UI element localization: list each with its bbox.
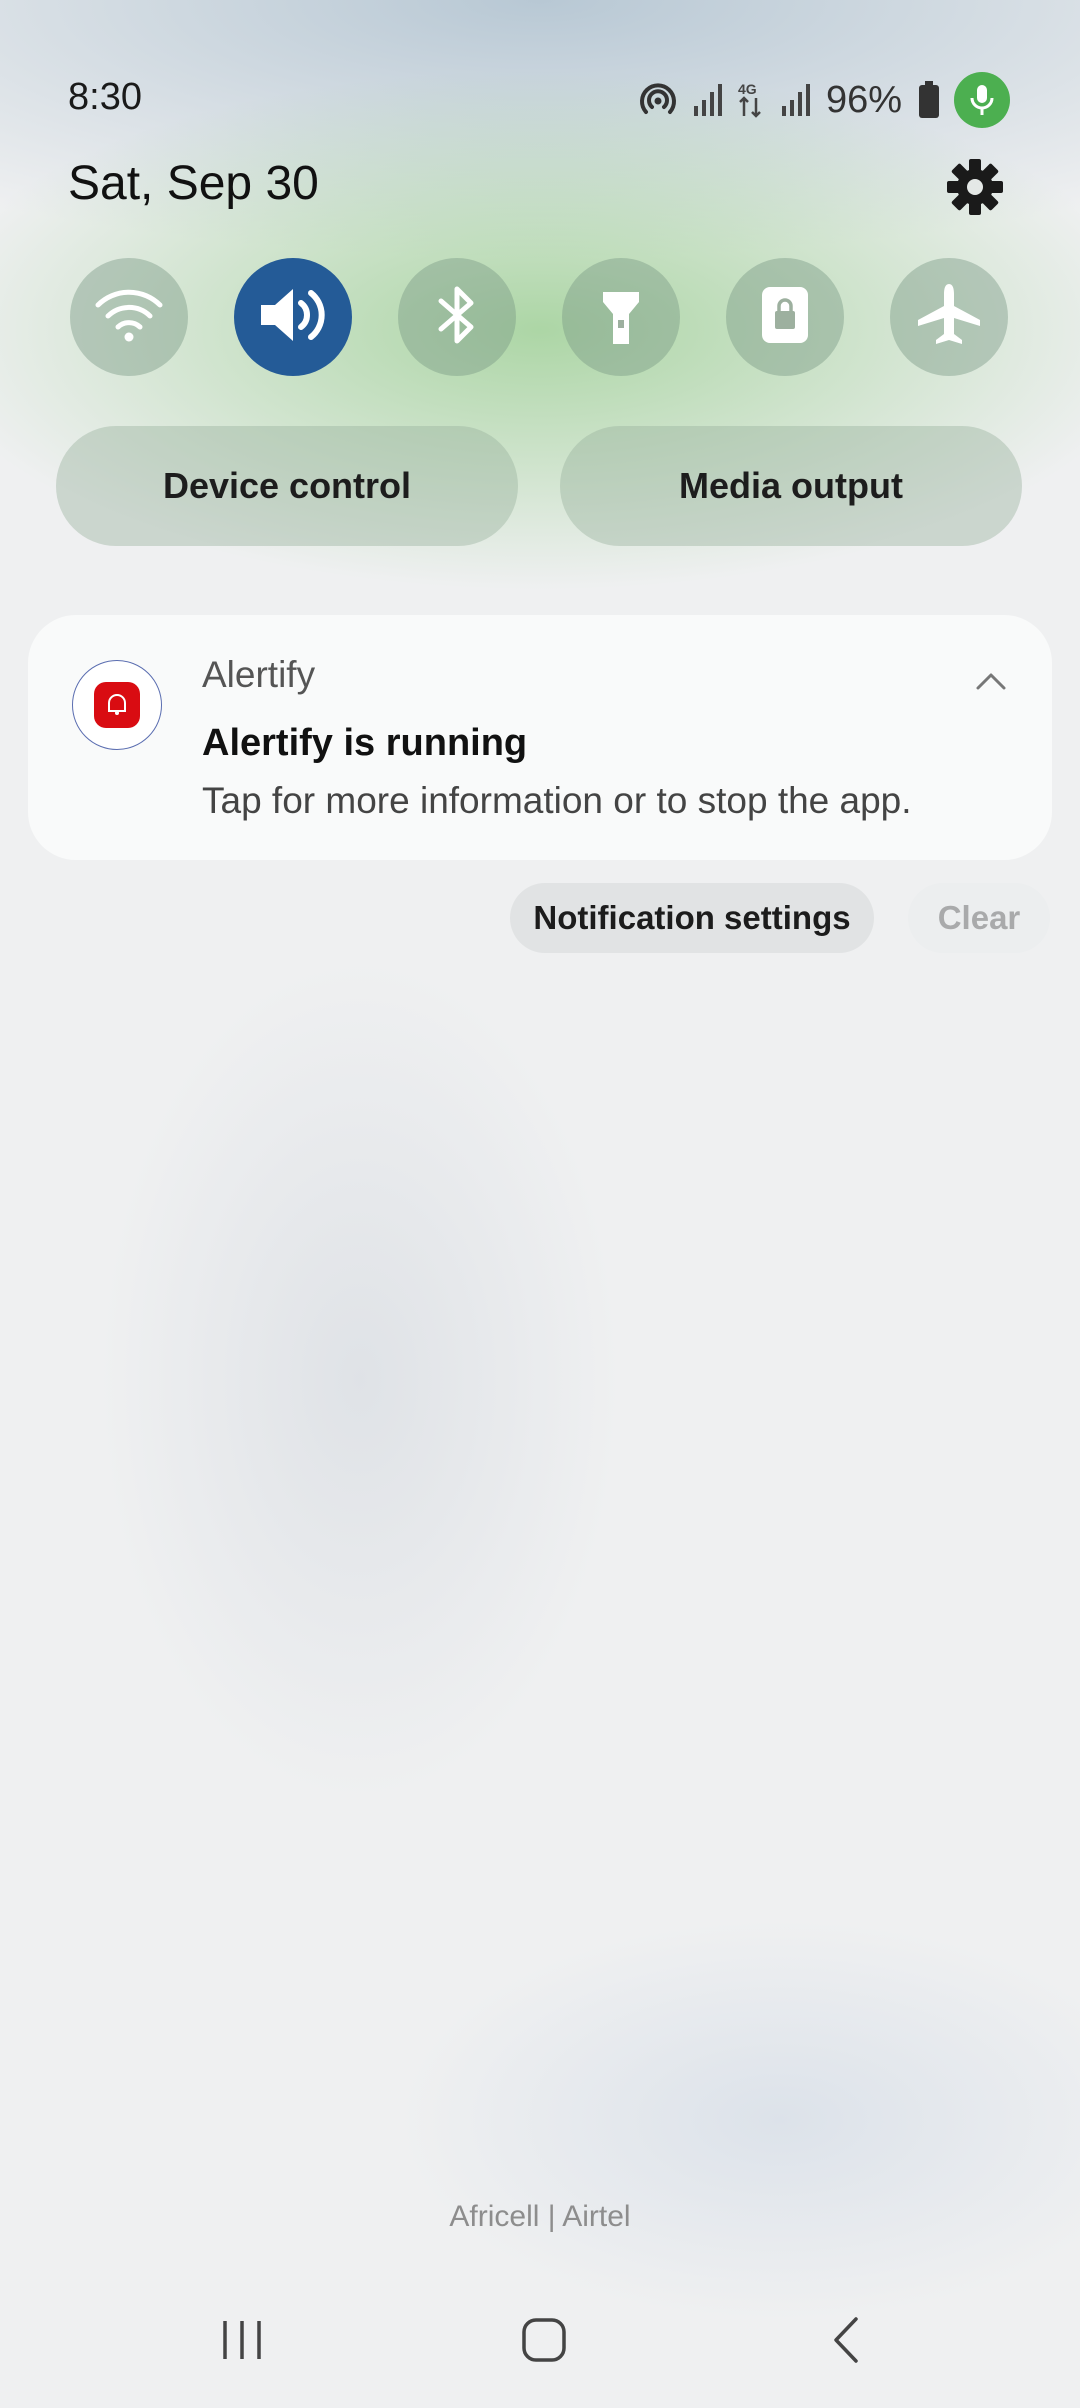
- recent-apps-icon[interactable]: [212, 2310, 272, 2370]
- battery-icon: [918, 81, 940, 119]
- date-label: Sat, Sep 30: [68, 157, 319, 210]
- quick-settings-tiles: [70, 258, 1008, 376]
- signal-icon: [692, 82, 722, 118]
- tile-wifi[interactable]: [70, 258, 188, 376]
- tile-flashlight[interactable]: [562, 258, 680, 376]
- chevron-up-icon[interactable]: [974, 664, 1008, 698]
- back-icon[interactable]: [816, 2310, 876, 2370]
- media-output-button[interactable]: Media output: [560, 426, 1022, 546]
- carrier-label: Africell | Airtel: [449, 2200, 631, 2233]
- app-icon: [72, 660, 162, 750]
- speaker-icon: [257, 285, 329, 350]
- notification-card[interactable]: [28, 615, 1052, 860]
- tile-bluetooth[interactable]: [398, 258, 516, 376]
- settings-gear-icon[interactable]: [946, 158, 1004, 216]
- clear-button[interactable]: Clear: [908, 883, 1050, 953]
- 4g-icon: 4G: [736, 80, 766, 120]
- tile-airplane-mode[interactable]: [890, 258, 1008, 376]
- bluetooth-icon: [435, 283, 479, 352]
- signal-icon: [780, 82, 810, 118]
- notification-settings-button[interactable]: Notification settings: [510, 883, 874, 953]
- airplane-icon: [914, 280, 984, 355]
- notification-title: Alertify is running: [202, 722, 528, 764]
- lock-icon: [760, 285, 810, 350]
- home-icon[interactable]: [514, 2310, 574, 2370]
- notification-app-name: Alertify: [202, 654, 316, 695]
- notification-body: Tap for more information or to stop the …: [202, 780, 912, 821]
- device-control-button[interactable]: Device control: [56, 426, 518, 546]
- mic-icon[interactable]: [954, 72, 1010, 128]
- hotspot-icon: [638, 80, 678, 120]
- alertify-logo-icon: [94, 682, 140, 728]
- svg-text:4G: 4G: [738, 81, 757, 97]
- wifi-icon: [94, 287, 164, 348]
- status-icons: 4G 96%: [638, 60, 1010, 140]
- flashlight-icon: [599, 282, 643, 353]
- tile-sound[interactable]: [234, 258, 352, 376]
- battery-percent: 96%: [825, 78, 902, 121]
- clock: 8:30: [68, 76, 142, 118]
- status-bar: 8:30 4G 96%: [0, 60, 1080, 140]
- tile-rotation-lock[interactable]: [726, 258, 844, 376]
